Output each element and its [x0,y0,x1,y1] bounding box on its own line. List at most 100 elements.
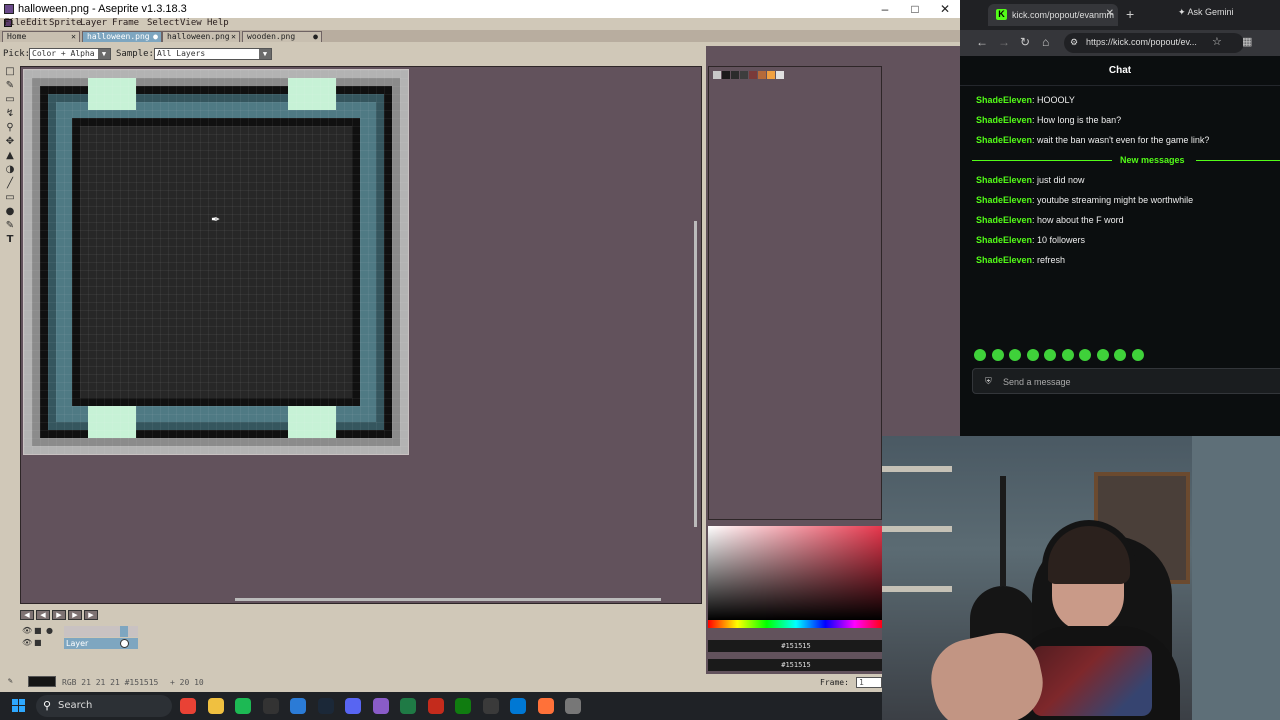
excel-icon[interactable] [400,698,416,714]
vscode-icon[interactable] [290,698,306,714]
extensions-icon[interactable]: ▦ [1242,35,1252,48]
menu-edit[interactable]: Edit [26,18,48,28]
sprite-canvas[interactable] [23,69,409,455]
file-explorer-icon[interactable] [207,698,224,714]
discord-icon[interactable] [345,698,361,714]
menu-help[interactable]: Help [207,18,229,28]
visibility-eye-icon[interactable]: 👁 [22,638,32,647]
terminal-icon[interactable] [262,698,279,714]
gradient-tool-icon[interactable]: ◑ [4,164,16,176]
chat-input[interactable]: ⛨ Send a message [972,368,1280,394]
tab-halloween[interactable]: halloween.png ✕ [162,31,240,42]
mail-icon[interactable] [510,698,526,714]
layer-row[interactable]: 👁 ■ Layer [20,638,702,649]
menu-view[interactable]: View [180,18,202,28]
zoom-tool-icon[interactable]: ⚲ [4,122,16,134]
minimize-icon[interactable]: – [870,0,900,18]
close-icon[interactable]: ✕ [1106,8,1114,19]
palette-swatch[interactable] [776,71,784,79]
first-frame-icon[interactable]: ◀ [20,610,34,620]
site-info-icon[interactable]: ⚙ [1070,37,1078,48]
sample-select[interactable]: All Layers ▼ [154,48,272,60]
chat-username[interactable]: ShadeEleven [976,215,1032,225]
forward-icon[interactable]: → [998,35,1010,49]
filezilla-icon[interactable] [427,698,444,714]
horizontal-scrollbar[interactable] [235,598,661,601]
modified-dot-icon[interactable]: ● [153,32,158,42]
color-picker-gradient[interactable] [708,526,884,620]
onion-skin-icon[interactable]: ● [46,626,53,635]
palette-swatch[interactable] [740,71,748,79]
palette-swatch[interactable] [758,71,766,79]
ask-gemini-button[interactable]: ✦ Ask Gemini [1178,7,1234,18]
contour-tool-icon[interactable]: ● [4,206,16,218]
visibility-eye-icon[interactable]: 👁 [22,626,32,635]
next-frame-icon[interactable]: ▶ [68,610,82,620]
chat-username[interactable]: ShadeEleven [976,195,1032,205]
chat-username[interactable]: ShadeEleven [976,255,1032,265]
fill-tool-icon[interactable]: ▲ [4,150,16,162]
obs-icon[interactable] [482,698,499,714]
xbox-icon[interactable] [455,698,471,714]
aseprite-icon[interactable] [372,698,389,714]
rectangle-tool-icon[interactable]: ▭ [4,192,16,204]
emote-icon[interactable] [1044,349,1056,361]
tab-close-icon[interactable]: ✕ [71,32,76,42]
emote-icon[interactable] [1026,349,1039,361]
menu-sprite[interactable]: Sprite [49,18,82,28]
prev-frame-icon[interactable]: ◀ [36,610,50,620]
last-frame-icon[interactable]: ▶ [84,610,98,620]
lock-icon[interactable]: ■ [34,638,42,647]
chat-username[interactable]: ShadeEleven [976,235,1032,245]
tab-wooden[interactable]: wooden.png ● [242,31,322,42]
taskbar-search[interactable]: ⚲ Search [36,695,172,717]
frame-number-cell[interactable] [120,626,128,637]
tab-halloween-active[interactable]: halloween.png ● [82,31,162,42]
menu-layer[interactable]: Layer [80,18,107,28]
home-icon[interactable]: ⌂ [1042,35,1049,49]
palette-swatch[interactable] [767,71,775,79]
text-tool-icon[interactable]: T [4,234,16,246]
spotify-icon[interactable] [235,698,251,714]
chevron-down-icon[interactable]: ▼ [259,49,271,59]
firefox-icon[interactable] [537,698,554,714]
emote-icon[interactable] [1114,349,1126,361]
palette-swatch[interactable] [722,71,730,79]
palette-swatch[interactable] [713,71,721,79]
frame-input[interactable]: 1 [856,677,882,688]
eyedropper-tool-icon[interactable]: ↯ [4,108,16,120]
eraser-tool-icon[interactable]: ▭ [4,94,16,106]
emote-icon[interactable] [991,349,1004,361]
sprite-editor[interactable]: ✒ [20,66,702,604]
background-color-hex[interactable]: #151515 [708,659,884,671]
menu-select[interactable]: Select [147,18,180,28]
play-icon[interactable]: ▶ [52,610,66,620]
menu-frame[interactable]: Frame [112,18,139,28]
windows-start-icon[interactable] [12,699,26,713]
palette-swatch[interactable] [731,71,739,79]
new-tab-icon[interactable]: + [1126,6,1134,22]
close-icon[interactable]: ✕ [930,0,960,18]
pick-select[interactable]: Color + Alpha ▼ [29,48,111,60]
cel-dot-icon[interactable] [120,639,129,648]
chrome-icon[interactable] [180,698,196,714]
back-icon[interactable]: ← [976,35,988,49]
settings-icon[interactable] [565,698,581,714]
emote-icon[interactable] [1061,349,1074,361]
hue-slider[interactable] [708,620,884,628]
emote-icon[interactable] [1079,349,1091,361]
chat-username[interactable]: ShadeEleven [976,175,1032,185]
menu-file[interactable]: File [4,18,26,28]
pencil-tool-icon[interactable]: ✎ [4,80,16,92]
chat-username[interactable]: ShadeEleven [976,115,1032,125]
lock-icon[interactable]: ■ [34,626,42,635]
foreground-color-hex[interactable]: #151515 [708,640,884,652]
emote-icon[interactable] [974,349,986,361]
line-tool-icon[interactable]: ╱ [4,178,16,190]
move-tool-icon[interactable]: ✥ [4,136,16,148]
emote-icon[interactable] [1096,349,1109,361]
reload-icon[interactable]: ↻ [1020,35,1030,49]
palette-swatch[interactable] [749,71,757,79]
modified-dot-icon[interactable]: ● [313,32,318,42]
vertical-scrollbar[interactable] [694,221,697,527]
